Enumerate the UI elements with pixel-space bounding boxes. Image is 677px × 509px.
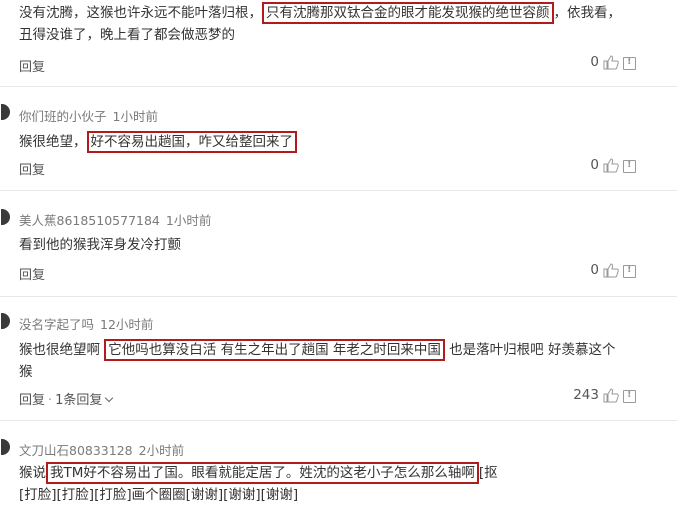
like-count: 243 [573, 387, 599, 403]
report-icon[interactable] [623, 389, 636, 403]
report-icon[interactable] [623, 159, 636, 173]
comment-meta: 文刀山石80833128 2小时前 [19, 440, 190, 459]
like-button[interactable]: 243 [573, 387, 619, 403]
thumbs-up-icon [603, 262, 619, 277]
comment-5-line-1: 猴说 我TM好不容易出了国。眼看就能定居了。姓沈的这老小子怎么那么轴啊 [抠 [19, 462, 498, 484]
like-count: 0 [590, 54, 599, 70]
reply-button[interactable]: 回复 [19, 56, 45, 75]
comment-5-line-2: [打脸][打脸][打脸]画个圈圈[谢谢][谢谢][谢谢] [19, 485, 298, 505]
comment-meta: 美人蕉8618510577184 1小时前 [19, 210, 217, 229]
timestamp: 1小时前 [165, 213, 212, 228]
divider [0, 420, 677, 421]
like-button[interactable]: 0 [590, 54, 619, 70]
separator: · [48, 393, 53, 408]
comment-meta: 你们班的小伙子 1小时前 [19, 106, 164, 125]
thumbs-up-icon [603, 157, 619, 172]
comment-4-line-1: 猴也很绝望啊 它他吗也算没白活 有生之年出了趟国 年老之时回来中国 也是落叶归根… [19, 339, 615, 361]
comment-text: [打脸][打脸][打脸]画个圈圈[谢谢][谢谢][谢谢] [19, 487, 299, 503]
reply-button[interactable]: 回复 [19, 264, 45, 283]
highlight-box: 它他吗也算没白活 有生之年出了趟国 年老之时回来中国 [104, 339, 445, 361]
reply-button[interactable]: 回复 [19, 393, 45, 408]
author-name[interactable]: 你们班的小伙子 [19, 109, 107, 124]
author-name[interactable]: 文刀山石80833128 [19, 443, 133, 458]
avatar[interactable] [1, 439, 10, 455]
like-count: 0 [590, 262, 599, 278]
comment-meta: 没名字起了吗 12小时前 [19, 314, 159, 333]
comment-2-line-1: 猴很绝望， 好不容易出趟国，咋又给整回来了 [19, 131, 297, 153]
reply-bar: 回复 · 1条回复 [19, 389, 114, 408]
comment-1-line-2: 丑得没谁了，晚上看了都会做恶梦的 [19, 25, 235, 45]
like-count: 0 [590, 157, 599, 173]
comment-text: 猴也很绝望啊 [19, 342, 105, 358]
author-name[interactable]: 美人蕉8618510577184 [19, 213, 160, 228]
comment-3-line-1: 看到他的猴我浑身发冷打颤 [19, 235, 181, 255]
comment-text: 丑得没谁了，晚上看了都会做恶梦的 [19, 27, 235, 43]
timestamp: 12小时前 [100, 317, 154, 332]
comment-text: 看到他的猴我浑身发冷打颤 [19, 237, 181, 253]
avatar[interactable] [1, 104, 10, 120]
comment-text: 猴说 [19, 465, 46, 481]
comment-1-line-1: 没有沈腾，这猴也许永远不能叶落归根， 只有沈腾那双钛合金的眼才能发现猴的绝世容颜，… [19, 2, 621, 24]
report-icon[interactable] [623, 56, 636, 70]
comment-text: 猴 [19, 364, 33, 380]
comment-text: 没有沈腾，这猴也许永远不能叶落归根， [19, 5, 262, 21]
avatar[interactable] [1, 209, 10, 225]
divider [0, 296, 677, 297]
comment-text: [抠 [478, 465, 498, 481]
author-name[interactable]: 没名字起了吗 [19, 317, 94, 332]
thumbs-up-icon [603, 387, 619, 402]
comment-4-line-2: 猴 [19, 362, 33, 382]
like-button[interactable]: 0 [590, 262, 619, 278]
highlight-box: 好不容易出趟国，咋又给整回来了 [86, 131, 297, 153]
highlight-box: 我TM好不容易出了国。眼看就能定居了。姓沈的这老小子怎么那么轴啊 [46, 462, 479, 484]
comment-text: 猴很绝望， [19, 134, 87, 150]
comment-text: ，依我看， [553, 5, 622, 21]
chevron-down-icon [105, 393, 114, 403]
like-button[interactable]: 0 [590, 157, 619, 173]
comment-text: 也是落叶归根吧 好羡慕这个 [444, 342, 616, 358]
highlight-box: 只有沈腾那双钛合金的眼才能发现猴的绝世容颜 [262, 2, 554, 24]
timestamp: 1小时前 [112, 109, 158, 124]
report-icon[interactable] [623, 264, 636, 278]
view-replies-button[interactable]: 1条回复 [55, 393, 102, 408]
timestamp: 2小时前 [138, 443, 185, 458]
divider [0, 190, 677, 191]
reply-button[interactable]: 回复 [19, 159, 45, 178]
thumbs-up-icon [603, 54, 619, 69]
avatar[interactable] [1, 313, 10, 329]
divider [0, 86, 677, 87]
